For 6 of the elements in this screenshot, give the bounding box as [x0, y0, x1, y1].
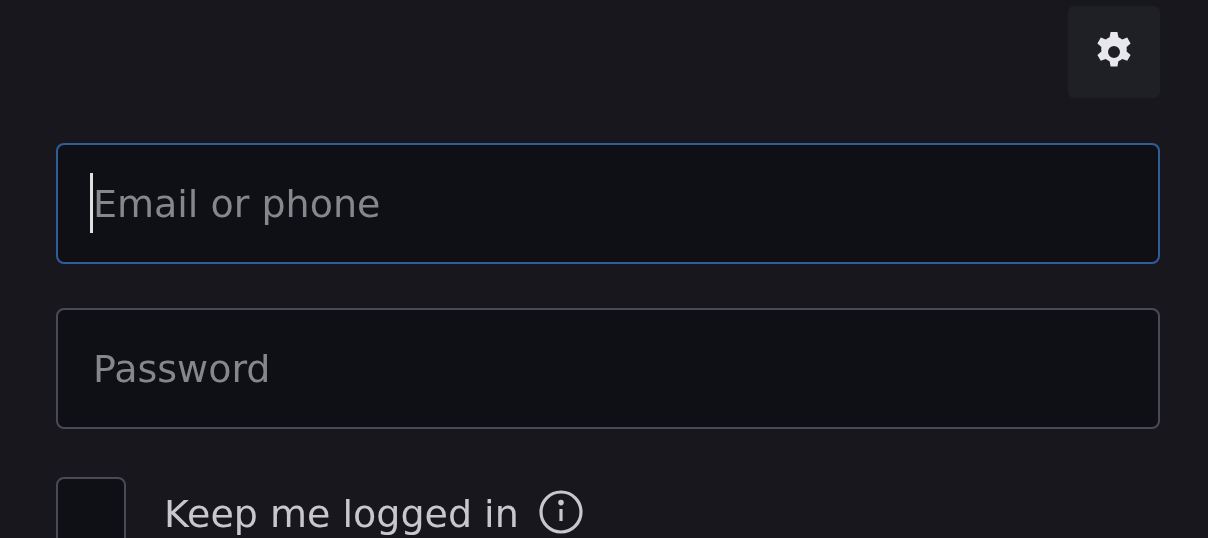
info-icon[interactable]	[536, 488, 585, 536]
input-field[interactable]: Password	[56, 308, 1160, 429]
checkbox-label: Keep me logged in	[164, 490, 519, 538]
settings-button[interactable]	[1068, 6, 1160, 98]
input-field[interactable]: Email or phone	[56, 143, 1160, 264]
checkbox[interactable]	[56, 477, 126, 538]
